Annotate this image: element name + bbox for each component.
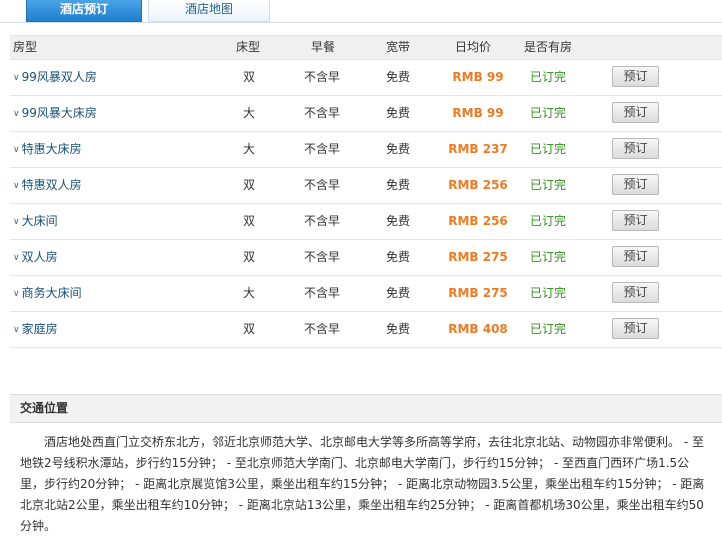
table-row: ∨ 双人房 双 不含早 免费 RMB 275 已订完 预订 bbox=[10, 240, 722, 276]
room-name: 特惠大床房 bbox=[21, 142, 82, 156]
room-name: 99风暴双人房 bbox=[21, 70, 97, 84]
bed-type: 双 bbox=[242, 178, 255, 192]
breakfast: 不含早 bbox=[304, 142, 341, 156]
table-row: ∨ 商务大床间 大 不含早 免费 RMB 275 已订完 预订 bbox=[10, 276, 722, 312]
table-row: ∨ 99风暴大床房 大 不含早 免费 RMB 99 已订完 预订 bbox=[10, 96, 722, 132]
availability-status: 已订完 bbox=[530, 142, 567, 156]
header-daily-price: 日均价 bbox=[455, 40, 492, 54]
breakfast: 不含早 bbox=[304, 286, 341, 300]
table-row: ∨ 特惠大床房 大 不含早 免费 RMB 237 已订完 预订 bbox=[10, 132, 722, 168]
bed-type: 双 bbox=[242, 70, 255, 84]
daily-price: RMB 408 bbox=[448, 322, 508, 336]
daily-price: RMB 99 bbox=[452, 106, 504, 120]
daily-price: RMB 256 bbox=[448, 178, 508, 192]
bed-type: 双 bbox=[242, 322, 255, 336]
table-row: ∨ 99风暴双人房 双 不含早 免费 RMB 99 已订完 预订 bbox=[10, 60, 722, 96]
room-table-header: 房型 床型 早餐 宽带 日均价 是否有房 bbox=[10, 35, 722, 60]
bed-type: 双 bbox=[242, 250, 255, 264]
breakfast: 不含早 bbox=[304, 178, 341, 192]
broadband: 免费 bbox=[386, 142, 411, 156]
broadband: 免费 bbox=[386, 70, 411, 84]
breakfast: 不含早 bbox=[304, 250, 341, 264]
room-name-link[interactable]: ∨ 特惠大床房 bbox=[13, 132, 82, 168]
chevron-down-icon: ∨ bbox=[13, 73, 20, 83]
availability-status: 已订完 bbox=[530, 106, 567, 120]
header-broadband: 宽带 bbox=[386, 40, 411, 54]
availability-status: 已订完 bbox=[530, 250, 567, 264]
breakfast: 不含早 bbox=[304, 70, 341, 84]
room-name-link[interactable]: ∨ 双人房 bbox=[13, 240, 58, 276]
header-breakfast: 早餐 bbox=[311, 40, 336, 54]
broadband: 免费 bbox=[386, 178, 411, 192]
chevron-down-icon: ∨ bbox=[13, 181, 20, 191]
room-name: 99风暴大床房 bbox=[21, 106, 97, 120]
traffic-section-header: 交通位置 bbox=[10, 394, 722, 423]
availability-status: 已订完 bbox=[530, 70, 567, 84]
book-button[interactable]: 预订 bbox=[612, 246, 659, 267]
bed-type: 大 bbox=[242, 286, 255, 300]
book-button[interactable]: 预订 bbox=[612, 210, 659, 231]
bed-type: 大 bbox=[242, 106, 255, 120]
header-bed-type: 床型 bbox=[236, 40, 261, 54]
book-button[interactable]: 预订 bbox=[612, 66, 659, 87]
room-name-link[interactable]: ∨ 商务大床间 bbox=[13, 276, 82, 312]
broadband: 免费 bbox=[386, 322, 411, 336]
daily-price: RMB 237 bbox=[448, 142, 508, 156]
table-row: ∨ 家庭房 双 不含早 免费 RMB 408 已订完 预订 bbox=[10, 312, 722, 348]
availability-status: 已订完 bbox=[530, 286, 567, 300]
traffic-title: 交通位置 bbox=[20, 401, 69, 415]
room-name-link[interactable]: ∨ 99风暴大床房 bbox=[13, 96, 97, 132]
availability-status: 已订完 bbox=[530, 178, 567, 192]
tab-bar: 酒店预订 酒店地图 bbox=[0, 0, 722, 23]
book-button[interactable]: 预订 bbox=[612, 318, 659, 339]
chevron-down-icon: ∨ bbox=[13, 109, 20, 119]
room-name: 特惠双人房 bbox=[21, 178, 82, 192]
room-name-link[interactable]: ∨ 特惠双人房 bbox=[13, 168, 82, 204]
book-button[interactable]: 预订 bbox=[612, 174, 659, 195]
room-name: 商务大床间 bbox=[21, 286, 82, 300]
daily-price: RMB 256 bbox=[448, 214, 508, 228]
bed-type: 大 bbox=[242, 142, 255, 156]
availability-status: 已订完 bbox=[530, 214, 567, 228]
traffic-description: 酒店地处西直门立交桥东北方，邻近北京师范大学、北京邮电大学等多所高等学府，去往北… bbox=[20, 435, 705, 533]
book-button[interactable]: 预订 bbox=[612, 102, 659, 123]
broadband: 免费 bbox=[386, 214, 411, 228]
breakfast: 不含早 bbox=[304, 322, 341, 336]
chevron-down-icon: ∨ bbox=[13, 325, 20, 335]
chevron-down-icon: ∨ bbox=[13, 217, 20, 227]
daily-price: RMB 275 bbox=[448, 286, 508, 300]
breakfast: 不含早 bbox=[304, 214, 341, 228]
breakfast: 不含早 bbox=[304, 106, 341, 120]
availability-status: 已订完 bbox=[530, 322, 567, 336]
tab-hotel-map[interactable]: 酒店地图 bbox=[148, 0, 270, 22]
broadband: 免费 bbox=[386, 286, 411, 300]
chevron-down-icon: ∨ bbox=[13, 145, 20, 155]
daily-price: RMB 275 bbox=[448, 250, 508, 264]
room-name-link[interactable]: ∨ 99风暴双人房 bbox=[13, 60, 97, 96]
room-name-link[interactable]: ∨ 大床间 bbox=[13, 204, 58, 240]
room-name-link[interactable]: ∨ 家庭房 bbox=[13, 312, 58, 348]
header-room-type: 房型 bbox=[13, 40, 38, 54]
table-row: ∨ 特惠双人房 双 不含早 免费 RMB 256 已订完 预订 bbox=[10, 168, 722, 204]
table-row: ∨ 大床间 双 不含早 免费 RMB 256 已订完 预订 bbox=[10, 204, 722, 240]
broadband: 免费 bbox=[386, 250, 411, 264]
book-button[interactable]: 预订 bbox=[612, 138, 659, 159]
header-availability: 是否有房 bbox=[524, 40, 573, 54]
book-button[interactable]: 预订 bbox=[612, 282, 659, 303]
tab-hotel-booking[interactable]: 酒店预订 bbox=[26, 0, 142, 22]
daily-price: RMB 99 bbox=[452, 70, 504, 84]
bed-type: 双 bbox=[242, 214, 255, 228]
chevron-down-icon: ∨ bbox=[13, 253, 20, 263]
room-name: 双人房 bbox=[21, 250, 58, 264]
chevron-down-icon: ∨ bbox=[13, 289, 20, 299]
room-name: 大床间 bbox=[21, 214, 58, 228]
broadband: 免费 bbox=[386, 106, 411, 120]
room-name: 家庭房 bbox=[21, 322, 58, 336]
